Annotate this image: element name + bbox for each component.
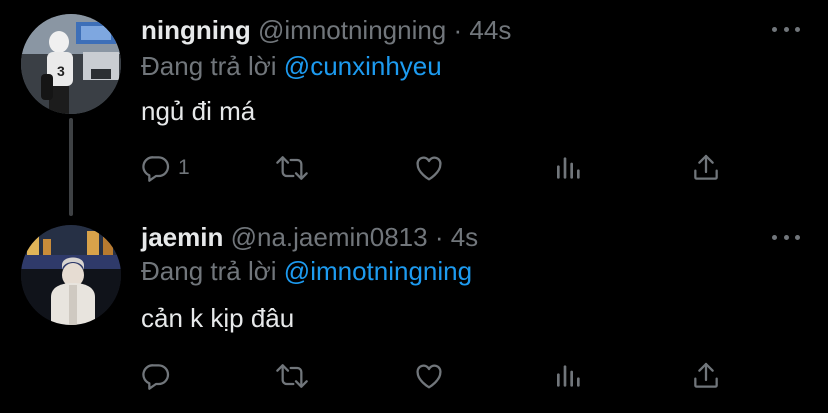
share-button[interactable] — [690, 148, 722, 188]
author-display-name[interactable]: jaemin — [141, 222, 223, 252]
retweet-icon — [274, 152, 310, 184]
more-options-icon[interactable] — [772, 232, 800, 242]
separator-dot: · — [453, 15, 463, 45]
tweet-text: cản k kịp đâu — [141, 303, 295, 333]
more-options-icon[interactable] — [772, 24, 800, 34]
replying-to: Đang trả lời @cunxinhyeu — [141, 49, 442, 83]
heart-icon — [412, 152, 446, 184]
tweet-header: ningning @imnotningning · 44s — [141, 13, 511, 47]
like-button[interactable] — [412, 148, 446, 188]
retweet-icon — [274, 360, 310, 392]
separator-dot: · — [434, 222, 444, 252]
replying-to-handle-link[interactable]: @imnotningning — [284, 256, 472, 286]
reply-button[interactable] — [140, 356, 178, 396]
retweet-button[interactable] — [274, 356, 310, 396]
retweet-button[interactable] — [274, 148, 310, 188]
timestamp[interactable]: 44s — [469, 15, 511, 45]
like-button[interactable] — [412, 356, 446, 396]
author-handle[interactable]: @na.jaemin0813 — [231, 222, 428, 252]
replying-to-label: Đang trả lời — [141, 51, 277, 81]
reply-icon — [140, 360, 172, 392]
share-button[interactable] — [690, 356, 722, 396]
heart-icon — [412, 360, 446, 392]
stats-icon — [553, 152, 585, 184]
reply-button[interactable]: 1 — [140, 148, 190, 188]
author-handle[interactable]: @imnotningning — [258, 15, 446, 45]
tweet-action-bar: 1 — [0, 148, 828, 188]
tweet-header: jaemin @na.jaemin0813 · 4s — [141, 220, 478, 254]
share-icon — [690, 360, 722, 392]
svg-text:3: 3 — [57, 63, 65, 79]
tweet-text: ngủ đi má — [141, 96, 256, 126]
avatar[interactable]: 3 — [21, 14, 121, 114]
tweet[interactable]: 3 ningning @imnotningning · 44s Đang trả… — [0, 0, 828, 200]
tweet-action-bar — [0, 356, 828, 396]
timestamp[interactable]: 4s — [451, 222, 478, 252]
stats-icon — [553, 360, 585, 392]
replying-to-handle-link[interactable]: @cunxinhyeu — [284, 51, 442, 81]
avatar[interactable] — [21, 225, 121, 325]
reply-count: 1 — [178, 156, 190, 179]
replying-to: Đang trả lời @imnotningning — [141, 254, 472, 288]
author-display-name[interactable]: ningning — [141, 15, 251, 45]
view-stats-button[interactable] — [553, 148, 585, 188]
view-stats-button[interactable] — [553, 356, 585, 396]
replying-to-label: Đang trả lời — [141, 256, 277, 286]
reply-icon — [140, 152, 172, 184]
tweet[interactable]: jaemin @na.jaemin0813 · 4s Đang trả lời … — [0, 210, 828, 413]
share-icon — [690, 152, 722, 184]
